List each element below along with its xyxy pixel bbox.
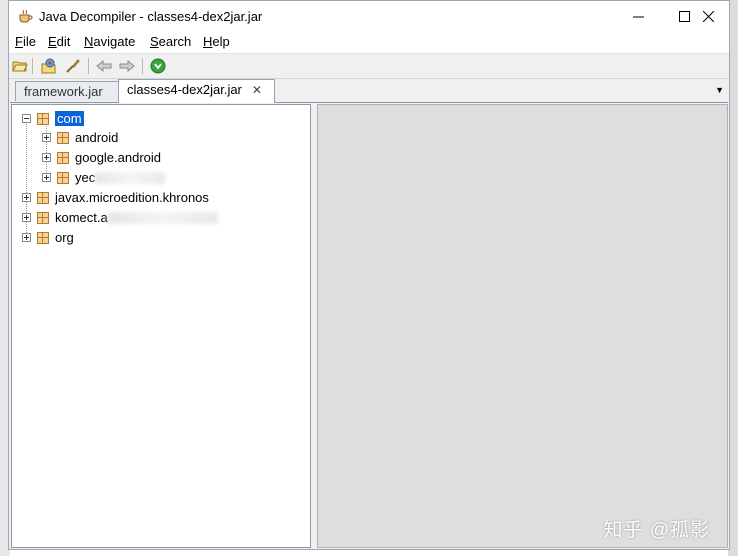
tab-label: framework.jar bbox=[24, 84, 103, 99]
tree-node-label: google.android bbox=[75, 150, 162, 165]
search-button[interactable] bbox=[64, 57, 82, 75]
tree-node-komect[interactable]: komect.a bbox=[22, 208, 218, 227]
toolbar-separator bbox=[142, 58, 143, 74]
expand-icon[interactable] bbox=[22, 213, 31, 222]
close-button[interactable] bbox=[685, 1, 731, 32]
tab-framework-jar[interactable]: framework.jar bbox=[15, 81, 119, 101]
menu-navigate-mnemonic: N bbox=[84, 34, 94, 49]
tree-node-label: yec bbox=[75, 170, 96, 185]
menu-search-mnemonic: S bbox=[150, 34, 159, 49]
tree-node-label: org bbox=[55, 230, 74, 245]
menu-file-mnemonic: F bbox=[15, 34, 23, 49]
package-icon bbox=[57, 151, 69, 164]
menu-help[interactable]: Help bbox=[203, 34, 230, 49]
menu-search[interactable]: Search bbox=[150, 34, 191, 49]
package-tree[interactable]: com android google.android yec javax.mic… bbox=[11, 104, 311, 548]
title-bar: Java Decompiler - classes4-dex2jar.jar bbox=[9, 1, 729, 32]
toolbar bbox=[9, 53, 729, 79]
tree-node-yec[interactable]: yec bbox=[42, 168, 166, 187]
package-icon bbox=[37, 191, 49, 204]
menu-help-mnemonic: H bbox=[203, 34, 213, 49]
back-button[interactable] bbox=[95, 57, 113, 75]
forward-button[interactable] bbox=[118, 57, 136, 75]
tab-classes4-dex2jar[interactable]: classes4-dex2jar.jar ✕ bbox=[118, 79, 275, 103]
package-icon bbox=[37, 211, 49, 224]
menu-edit[interactable]: Edit bbox=[48, 34, 70, 49]
collapse-icon[interactable] bbox=[22, 114, 31, 123]
go-green-icon bbox=[150, 58, 166, 74]
tab-close-icon[interactable]: ✕ bbox=[252, 83, 262, 97]
menu-file-label: ile bbox=[22, 34, 36, 49]
open-type-icon bbox=[41, 58, 56, 74]
minimize-icon bbox=[632, 16, 644, 18]
open-file-button[interactable] bbox=[11, 57, 29, 75]
menu-help-label: elp bbox=[212, 34, 230, 49]
expand-icon[interactable] bbox=[42, 153, 51, 162]
forward-arrow-icon bbox=[119, 60, 135, 72]
back-arrow-icon bbox=[96, 60, 112, 72]
menu-bar: File Edit Navigate Search Help bbox=[9, 32, 729, 53]
open-file-icon bbox=[12, 61, 28, 72]
minimize-button[interactable] bbox=[615, 1, 661, 32]
package-icon bbox=[57, 171, 69, 184]
obscured-text bbox=[95, 171, 166, 184]
menu-edit-mnemonic: E bbox=[48, 34, 57, 49]
menu-navigate-label: avigate bbox=[93, 34, 136, 49]
tab-label: classes4-dex2jar.jar bbox=[127, 82, 242, 97]
package-icon bbox=[37, 112, 49, 125]
watermark-text: 知乎 @孤影 bbox=[603, 520, 710, 541]
coffee-cup-icon bbox=[19, 9, 33, 23]
menu-navigate[interactable]: Navigate bbox=[84, 34, 135, 49]
tree-node-label: javax.microedition.khronos bbox=[55, 190, 209, 205]
expand-icon[interactable] bbox=[42, 173, 51, 182]
expand-icon[interactable] bbox=[22, 193, 31, 202]
package-icon bbox=[57, 131, 69, 144]
tab-bar: framework.jar classes4-dex2jar.jar ✕ ▼ bbox=[10, 79, 728, 103]
source-view-panel bbox=[317, 104, 728, 548]
go-button[interactable] bbox=[149, 57, 167, 75]
tree-node-android[interactable]: android bbox=[42, 128, 118, 147]
tree-node-javax-microedition-khronos[interactable]: javax.microedition.khronos bbox=[22, 188, 209, 207]
tree-node-org[interactable]: org bbox=[22, 228, 74, 247]
tree-node-label: com bbox=[55, 111, 84, 126]
tree-node-label: komect.a bbox=[55, 210, 108, 225]
menu-search-label: earch bbox=[158, 34, 192, 49]
window-title: Java Decompiler - classes4-dex2jar.jar bbox=[39, 9, 263, 24]
toolbar-separator bbox=[32, 58, 33, 74]
menu-edit-label: dit bbox=[56, 34, 71, 49]
tree-node-label: android bbox=[75, 130, 119, 145]
tab-list-dropdown-icon[interactable]: ▼ bbox=[715, 85, 724, 95]
tree-node-com[interactable]: com bbox=[22, 109, 84, 128]
search-icon bbox=[66, 59, 80, 73]
package-icon bbox=[37, 231, 49, 244]
open-type-button[interactable] bbox=[40, 57, 58, 75]
obscured-text bbox=[107, 211, 218, 224]
close-icon bbox=[702, 11, 714, 22]
tree-node-google-android[interactable]: google.android bbox=[42, 148, 161, 167]
expand-icon[interactable] bbox=[42, 133, 51, 142]
java-decompiler-window: Java Decompiler - classes4-dex2jar.jar F… bbox=[8, 0, 730, 550]
expand-icon[interactable] bbox=[22, 233, 31, 242]
menu-file[interactable]: File bbox=[15, 34, 36, 49]
toolbar-separator bbox=[88, 58, 89, 74]
